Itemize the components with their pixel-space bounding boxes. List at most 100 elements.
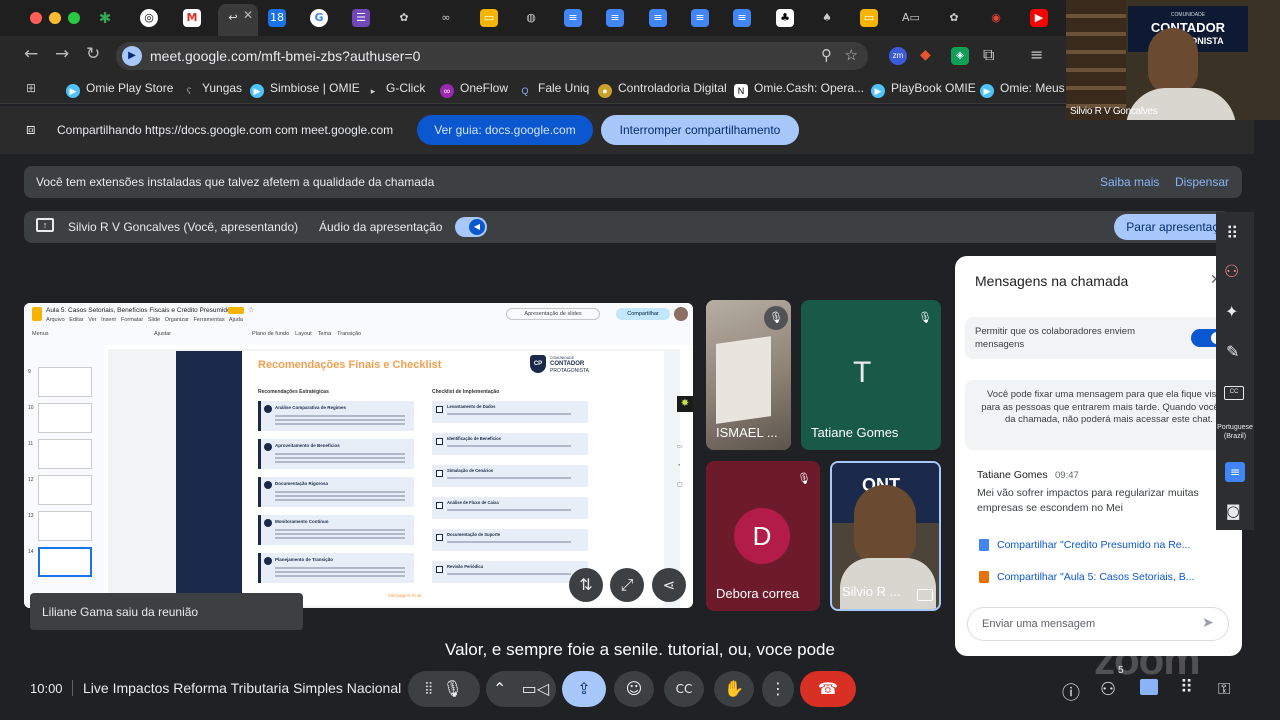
tab-icon[interactable]: ◉ [987,9,1005,27]
participant-tile[interactable]: 🎙︎ ISMAEL ... [706,300,791,450]
fullscreen-icon[interactable]: ⤢ [610,568,644,602]
camera-group[interactable]: ⌃ ▭◁ [486,671,556,707]
extension-icon[interactable]: ◆ [920,47,938,65]
user-avatar[interactable] [674,307,688,321]
side-panel-icon[interactable]: ▢ [677,481,683,488]
slides-icon[interactable]: ▭ [860,9,878,27]
participant-tile[interactable]: 🎙︎ D Debora correa [706,461,820,611]
tab-icon[interactable]: A▭ [902,9,920,27]
toolbar-item[interactable]: Layout [295,331,312,337]
reload-icon[interactable]: ↻ [86,44,100,64]
meet-icon[interactable]: ↩ [224,9,242,27]
docs-icon[interactable]: ≡ [691,9,709,27]
caption-language[interactable]: Portuguese (Brazil) [1216,423,1254,441]
bookmark-item[interactable]: ▶ Omie: Meus A [980,81,1075,98]
toolbar-item[interactable]: Menus [32,331,49,337]
emoji-icon[interactable]: ☺ [614,671,654,707]
calendar-icon[interactable]: 18 [268,9,286,27]
chatgpt-icon[interactable]: ✿ [945,9,963,27]
participant-tile-active[interactable]: ONT Silvio R ... [830,461,941,611]
slide-thumbnail[interactable] [38,475,92,505]
send-icon[interactable]: ➤ [1202,615,1214,631]
google-icon[interactable]: G [310,9,328,27]
apps-grid-icon[interactable]: ⠿ [1226,224,1238,244]
learn-more-link[interactable]: Saiba mais [1100,175,1159,189]
pen-icon[interactable]: ✎ [1226,342,1239,361]
site-info-icon[interactable]: ▶ [122,46,142,66]
tab-icon[interactable]: ✱ [96,9,114,27]
menu-item[interactable]: Slide [148,317,160,323]
present-button[interactable]: ⇪ [562,671,606,707]
host-controls-icon[interactable]: ⚿ [1218,679,1230,699]
tab-icon[interactable]: ♠ [818,9,836,27]
star-icon[interactable]: ☆ [248,306,254,314]
slide-thumbnail-selected[interactable] [38,547,92,577]
shared-link-item[interactable]: Compartilhar "Credito Presumido na Re... [973,534,1211,556]
zoom-window-button[interactable] [68,12,80,24]
side-panel-icon[interactable]: ◔ [677,463,681,469]
slide-thumbnail[interactable] [38,439,92,469]
menu-item[interactable]: Ajuda [229,317,243,323]
extensions-puzzle-icon[interactable]: ⧉ [983,45,994,65]
docs-icon[interactable]: ≡ [564,9,582,27]
captions-icon[interactable]: CC [1224,386,1244,400]
bookmark-item[interactable]: ▶ Simbiose | OMIE [250,81,360,98]
dismiss-button[interactable]: Dispensar [1175,175,1229,189]
leave-call-button[interactable]: ☎ [800,671,856,707]
bookmark-item[interactable]: ∞ OneFlow [440,81,508,98]
menu-item[interactable]: Ver [88,317,96,323]
bookmark-item[interactable]: Q Fale Uniq [518,81,589,98]
forms-icon[interactable]: ☰ [352,9,370,27]
bookmark-item[interactable]: ▶ PlayBook OMIE [871,81,976,98]
info-icon[interactable]: ⓘ [1062,679,1080,705]
globe-icon[interactable]: ◍ [522,9,540,27]
slide-thumbnail[interactable] [38,367,92,397]
forward-icon[interactable]: → [55,44,69,64]
shared-link-item[interactable]: Compartilhar "Aula 5: Casos Setoriais, B… [973,566,1211,588]
participant-tile[interactable]: 🎙︎ T Tatiane Gomes [801,300,941,450]
share-icon[interactable]: ⋖ [652,568,686,602]
zoom-icon[interactable]: ⚲ [821,46,832,64]
toolbar-item[interactable]: Ajustar [154,331,171,337]
minimize-window-button[interactable] [49,12,61,24]
slides-icon[interactable]: ▭ [480,9,498,27]
more-options-icon[interactable]: ⋮ [762,671,794,707]
address-bar[interactable]: ▶ meet.google.com/mft-bmei-zbs?authuser=… [116,42,868,70]
menu-item[interactable]: Editar [69,317,83,323]
view-tab-button[interactable]: Ver guia: docs.google.com [417,115,593,145]
captions-button-icon[interactable]: CC [664,671,704,707]
menu-item[interactable]: Formatar [121,317,143,323]
presentation-audio-toggle[interactable]: ◀ [455,217,487,237]
toolbar-item[interactable]: Transição [337,331,361,337]
menu-item[interactable]: Ferramentas [193,317,224,323]
bookmark-item[interactable]: ʕ Yungas [182,81,242,98]
extension-icon[interactable]: ◈ [951,47,969,65]
slide-thumbnail[interactable] [38,403,92,433]
menu-item[interactable]: Organizar [165,317,189,323]
youtube-icon[interactable]: ▶ [1030,9,1048,27]
media-control-icon[interactable]: ≡ [1030,45,1043,64]
stop-sharing-button[interactable]: Interromper compartilhamento [601,115,799,145]
bookmark-item[interactable]: ● Controladoria Digital [598,81,727,98]
url-text[interactable]: meet.google.com/mft-bmei-zbs?authuser=0 [150,48,420,64]
ai-notes-icon[interactable]: ✦ [1225,302,1238,321]
doc-title[interactable]: Aula 5: Casos Setoriais, Benefícios Fisc… [46,307,231,314]
docs-icon[interactable]: ≡ [649,9,667,27]
menu-item[interactable]: Arquivo [46,317,65,323]
menu-item[interactable]: Inserir [101,317,116,323]
slide-thumbnail[interactable] [38,511,92,541]
gmail-icon[interactable]: M [183,9,201,27]
close-window-button[interactable] [30,12,42,24]
swap-icon[interactable]: ⇅ [569,568,603,602]
bookmark-item[interactable]: N Omie.Cash: Opera... [734,81,864,98]
apps-grid-icon[interactable]: ⊞ [26,81,36,95]
back-icon[interactable]: ← [24,44,38,64]
docs-icon[interactable]: ≡ [606,9,624,27]
toolbar-item[interactable]: Plano de fundo [252,331,289,337]
chatgpt-icon[interactable]: ✿ [395,9,413,27]
share-doc-button[interactable]: Compartilhar [616,308,670,320]
extension-icon[interactable]: zm [889,47,907,65]
side-panel-icon[interactable]: ▭ [677,443,683,450]
sparkle-icon[interactable]: ✸ [677,396,693,412]
bookmark-star-icon[interactable]: ☆ [845,46,858,64]
